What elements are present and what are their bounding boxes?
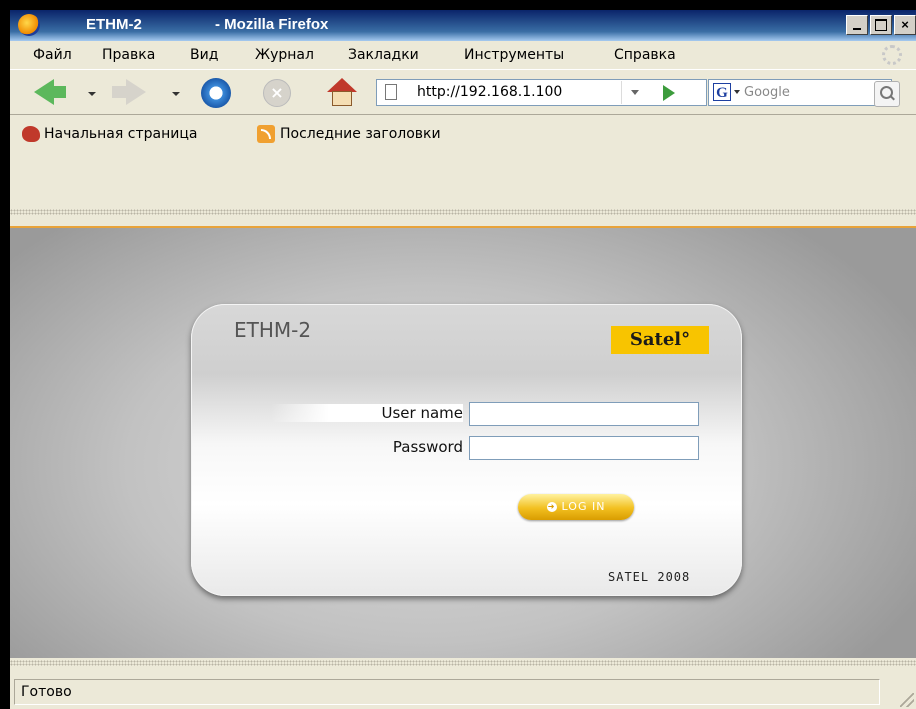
toolbar-grip	[10, 209, 916, 215]
window-controls: ×	[846, 15, 916, 35]
footer-copyright: SATEL 2008	[608, 570, 691, 584]
bookmark-latest-headlines[interactable]: Последние заголовки	[280, 126, 441, 142]
search-box[interactable]: G Google	[708, 79, 892, 106]
user-name-input[interactable]	[469, 402, 699, 426]
firefox-icon	[18, 14, 40, 36]
menu-bar: Файл Правка Вид Журнал Закладки Инструме…	[10, 41, 916, 69]
rss-icon	[257, 125, 275, 143]
login-panel: ETHM-2 Satel° User name Password ➜ LOG IN…	[191, 304, 742, 596]
menu-history[interactable]: Журнал	[255, 47, 314, 63]
stop-icon[interactable]: ×	[263, 79, 291, 107]
password-input[interactable]	[469, 436, 699, 460]
page-content: ETHM-2 Satel° User name Password ➜ LOG IN…	[10, 226, 916, 658]
close-button[interactable]: ×	[894, 15, 916, 35]
log-in-button[interactable]: ➜ LOG IN	[518, 494, 634, 520]
user-name-label: User name	[271, 404, 463, 422]
title-bar[interactable]: ETHM-2 - Mozilla Firefox ×	[10, 10, 916, 41]
search-magnifier-icon[interactable]	[874, 81, 900, 107]
menu-bookmarks[interactable]: Закладки	[348, 47, 419, 63]
search-placeholder[interactable]: Google	[744, 85, 790, 100]
forward-dropdown-icon[interactable]	[172, 92, 180, 96]
home-icon[interactable]	[327, 78, 357, 108]
navigation-toolbar: × http://192.168.1.100 G Google	[10, 69, 916, 115]
reload-icon[interactable]	[201, 78, 231, 108]
forward-arrow-icon[interactable]	[112, 79, 146, 105]
log-in-label: LOG IN	[561, 500, 606, 513]
password-label: Password	[392, 438, 463, 456]
page-icon	[385, 84, 397, 100]
search-engine-dropdown-icon[interactable]	[734, 90, 740, 94]
menu-help[interactable]: Справка	[614, 47, 676, 63]
bookmark-start-page[interactable]: Начальная страница	[44, 126, 197, 142]
arrow-right-icon: ➜	[546, 502, 557, 512]
maximize-button[interactable]	[870, 15, 892, 35]
status-text: Готово	[14, 679, 880, 705]
url-bar[interactable]: http://192.168.1.100	[376, 79, 707, 106]
window-title-app: ETHM-2	[86, 16, 142, 33]
bookmarks-toolbar: Начальная страница Последние заголовки	[10, 115, 916, 155]
start-page-icon	[22, 126, 40, 142]
status-bar: Готово	[10, 675, 916, 709]
back-dropdown-icon[interactable]	[88, 92, 96, 96]
menu-view[interactable]: Вид	[190, 47, 218, 63]
window-title-suffix: - Mozilla Firefox	[215, 16, 329, 33]
google-icon[interactable]: G	[713, 83, 731, 101]
throbber-icon	[882, 45, 902, 65]
resize-grip-icon[interactable]	[900, 693, 914, 707]
menu-tools[interactable]: Инструменты	[464, 47, 564, 63]
back-arrow-icon[interactable]	[34, 79, 66, 105]
menu-edit[interactable]: Правка	[102, 47, 155, 63]
statusbar-grip	[10, 660, 916, 666]
url-text[interactable]: http://192.168.1.100	[417, 84, 562, 100]
satel-logo: Satel°	[611, 326, 709, 354]
go-icon[interactable]	[663, 85, 675, 101]
panel-title: ETHM-2	[234, 318, 312, 342]
minimize-button[interactable]	[846, 15, 868, 35]
menu-file[interactable]: Файл	[33, 47, 72, 63]
browser-window: ETHM-2 - Mozilla Firefox × Файл Правка В…	[10, 10, 916, 709]
url-dropdown-icon[interactable]	[621, 81, 648, 104]
